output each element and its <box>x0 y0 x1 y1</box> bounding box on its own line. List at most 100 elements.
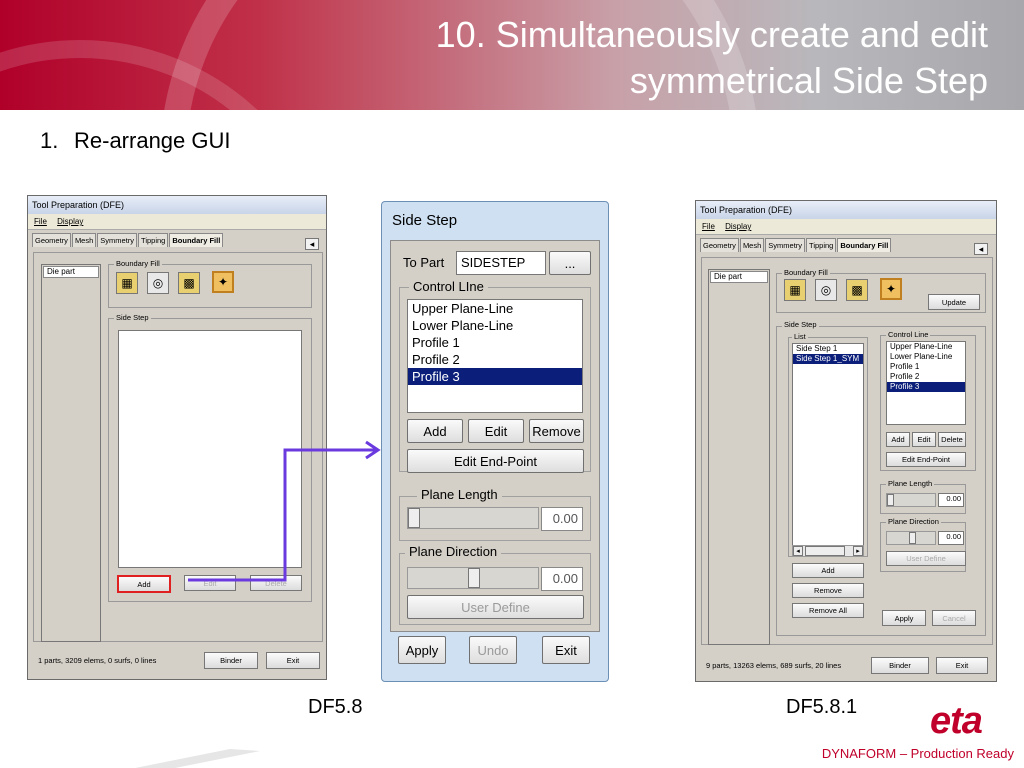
control-line-list[interactable]: Upper Plane-Line Lower Plane-Line Profil… <box>407 299 583 413</box>
add-button[interactable]: Add <box>886 432 910 447</box>
dialog-title: Side Step <box>392 212 458 229</box>
plane-direction-slider[interactable] <box>407 567 539 589</box>
list-item[interactable]: Profile 2 <box>887 372 965 382</box>
part-list[interactable]: Die part <box>41 264 101 642</box>
menu-display[interactable]: Display <box>57 217 83 226</box>
plane-length-slider[interactable] <box>407 507 539 529</box>
tab-tipping[interactable]: Tipping <box>138 233 169 247</box>
binder-button[interactable]: Binder <box>871 657 929 674</box>
edit-end-point-button[interactable]: Edit End-Point <box>407 449 584 473</box>
list-item[interactable]: Upper Plane-Line <box>408 300 582 317</box>
side-step-list[interactable]: Side Step 1 Side Step 1_SYM <box>792 343 864 557</box>
window-title: Tool Preparation (DFE) <box>28 196 326 214</box>
plane-length-field[interactable]: 0.00 <box>541 507 583 531</box>
list-item[interactable]: Lower Plane-Line <box>408 317 582 334</box>
edit-button[interactable]: Edit <box>912 432 936 447</box>
list-label: List <box>792 332 808 341</box>
pin-icon[interactable]: ◂ <box>305 238 319 250</box>
remove-button[interactable]: Remove <box>529 419 584 443</box>
list-item-selected[interactable]: Profile 3 <box>887 382 965 392</box>
list-item[interactable]: Die part <box>43 266 99 278</box>
list-item-selected[interactable]: Side Step 1_SYM <box>793 354 863 364</box>
slider-thumb[interactable] <box>468 568 480 588</box>
remove-button[interactable]: Remove <box>792 583 864 598</box>
control-line-label: Control LIne <box>409 279 488 294</box>
list-item[interactable]: Side Step 1 <box>793 344 863 354</box>
list-scrollbar[interactable]: ◂ ▸ <box>792 545 864 557</box>
list-item[interactable]: Profile 1 <box>887 362 965 372</box>
list-item[interactable]: Upper Plane-Line <box>887 342 965 352</box>
side-step-dialog: Side Step To Part SIDESTEP ... Control L… <box>381 201 609 682</box>
pin-icon[interactable]: ◂ <box>974 243 988 255</box>
tab-tipping[interactable]: Tipping <box>806 238 837 252</box>
plane-length-slider[interactable] <box>886 493 936 507</box>
user-define-button[interactable]: User Define <box>407 595 584 619</box>
add-button[interactable]: Add <box>117 575 171 593</box>
edit-end-point-button[interactable]: Edit End-Point <box>886 452 966 467</box>
tab-symmetry[interactable]: Symmetry <box>97 233 138 247</box>
fill-grid-icon[interactable]: ▩ <box>846 279 868 301</box>
tab-symmetry[interactable]: Symmetry <box>765 238 806 252</box>
window-title: Tool Preparation (DFE) <box>696 201 996 219</box>
side-step-icon[interactable]: ✦ <box>880 278 902 300</box>
remove-all-button[interactable]: Remove All <box>792 603 864 618</box>
binder-button[interactable]: Binder <box>204 652 258 669</box>
scroll-right-icon[interactable]: ▸ <box>853 546 863 556</box>
apply-button[interactable]: Apply <box>882 610 926 626</box>
side-step-label: Side Step <box>114 313 151 322</box>
list-item[interactable]: Profile 2 <box>408 351 582 368</box>
exit-button[interactable]: Exit <box>266 652 320 669</box>
user-define-button[interactable]: User Define <box>886 551 966 566</box>
cancel-button[interactable]: Cancel <box>932 610 976 626</box>
list-item-selected[interactable]: Profile 3 <box>408 368 582 385</box>
scroll-thumb[interactable] <box>805 546 845 556</box>
plane-direction-field[interactable]: 0.00 <box>541 567 583 591</box>
menu-file[interactable]: File <box>34 217 47 226</box>
delete-button[interactable]: Delete <box>938 432 966 447</box>
plane-direction-field[interactable]: 0.00 <box>938 531 964 545</box>
list-item[interactable]: Profile 1 <box>408 334 582 351</box>
fill-hole-icon[interactable]: ◎ <box>815 279 837 301</box>
tab-geometry[interactable]: Geometry <box>700 238 739 252</box>
tab-boundary-fill[interactable]: Boundary Fill <box>837 238 892 252</box>
side-step-label: Side Step <box>782 320 819 329</box>
slider-thumb[interactable] <box>909 532 916 544</box>
scroll-left-icon[interactable]: ◂ <box>793 546 803 556</box>
list-item[interactable]: Lower Plane-Line <box>887 352 965 362</box>
side-step-icon[interactable]: ✦ <box>212 271 234 293</box>
tab-mesh[interactable]: Mesh <box>739 238 765 252</box>
tab-geometry[interactable]: Geometry <box>32 233 71 247</box>
edit-button[interactable]: Edit <box>468 419 524 443</box>
footer-tagline: DYNAFORM – Production Ready <box>821 746 1014 761</box>
version-label-left: DF5.8 <box>308 696 363 718</box>
tab-mesh[interactable]: Mesh <box>71 233 97 247</box>
undo-button[interactable]: Undo <box>469 636 517 664</box>
plane-length-field[interactable]: 0.00 <box>938 493 964 507</box>
plane-direction-label: Plane Direction <box>886 517 941 526</box>
menu-file[interactable]: File <box>702 222 715 231</box>
apply-button[interactable]: Apply <box>398 636 446 664</box>
update-button[interactable]: Update <box>928 294 980 310</box>
add-button[interactable]: Add <box>407 419 463 443</box>
tab-boundary-fill[interactable]: Boundary Fill <box>169 233 224 247</box>
fill-surface-icon[interactable]: ▦ <box>784 279 806 301</box>
browse-button[interactable]: ... <box>549 251 591 275</box>
version-label-right: DF5.8.1 <box>786 696 858 718</box>
to-part-field[interactable]: SIDESTEP <box>456 251 546 275</box>
control-line-list[interactable]: Upper Plane-Line Lower Plane-Line Profil… <box>886 341 966 425</box>
slider-thumb[interactable] <box>887 494 894 506</box>
slider-thumb[interactable] <box>408 508 420 528</box>
list-item[interactable]: Die part <box>710 271 768 283</box>
title-line-1: 10. Simultaneously create and edit <box>435 14 988 55</box>
subhead-text: Re-arrange GUI <box>74 128 231 153</box>
exit-button[interactable]: Exit <box>936 657 988 674</box>
fill-hole-icon[interactable]: ◎ <box>147 272 169 294</box>
exit-button[interactable]: Exit <box>542 636 590 664</box>
menu-display[interactable]: Display <box>725 222 751 231</box>
list-add-button[interactable]: Add <box>792 563 864 578</box>
fill-surface-icon[interactable]: ▦ <box>116 272 138 294</box>
tab-bar: Geometry Mesh Symmetry Tipping Boundary … <box>28 230 326 247</box>
part-list[interactable]: Die part <box>708 269 770 645</box>
plane-direction-slider[interactable] <box>886 531 936 545</box>
fill-grid-icon[interactable]: ▩ <box>178 272 200 294</box>
